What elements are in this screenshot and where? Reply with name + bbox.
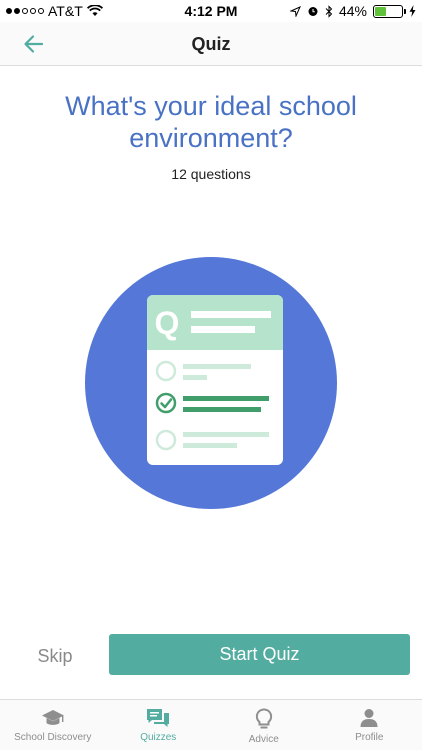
quiz-illustration: Q [85,257,337,509]
option-line-1a [183,364,251,369]
page-title: Quiz [191,34,231,54]
battery-percent: 44% [338,3,367,19]
tab-bar: School Discovery Quizzes Advice Profile [0,699,422,750]
tab-profile[interactable]: Profile [317,700,422,750]
header-line-2 [191,326,255,333]
tab-label: Advice [248,734,279,745]
tab-advice[interactable]: Advice [211,700,317,750]
quiz-card-letter: Q [155,305,180,341]
tab-label: Profile [355,732,384,743]
location-arrow-icon [289,5,301,17]
question-count: 12 questions [171,166,251,182]
option-line-3b [183,443,237,448]
alarm-clock-icon [308,7,318,16]
charging-bolt-icon [409,5,416,17]
tab-school-discovery[interactable]: School Discovery [0,700,106,750]
tab-label: School Discovery [14,732,92,743]
quiz-screen: AT&T 4:12 PM 44% Quiz What's your ideal … [0,0,422,750]
header-line-1 [191,311,271,318]
status-right: 44% [289,3,416,19]
bluetooth-icon [325,4,333,18]
battery-icon [373,4,406,18]
option-line-2b [183,407,261,412]
chat-bubbles-icon [147,709,170,727]
tab-quizzes[interactable]: Quizzes [106,700,212,750]
quiz-title: What's your ideal school environment? [65,91,357,153]
person-icon [360,709,378,727]
skip-button[interactable]: Skip [20,636,90,676]
option-line-1b [183,375,207,380]
status-bar: AT&T 4:12 PM 44% [0,0,422,22]
navigation-bar: Quiz [0,22,422,66]
option-line-2a [183,396,269,401]
tab-label: Quizzes [140,732,177,743]
battery-level-fill [375,6,387,16]
start-quiz-button[interactable]: Start Quiz [109,634,410,675]
option-line-3a [183,432,269,437]
graduation-cap-icon [41,710,64,725]
lightbulb-icon [255,708,272,729]
